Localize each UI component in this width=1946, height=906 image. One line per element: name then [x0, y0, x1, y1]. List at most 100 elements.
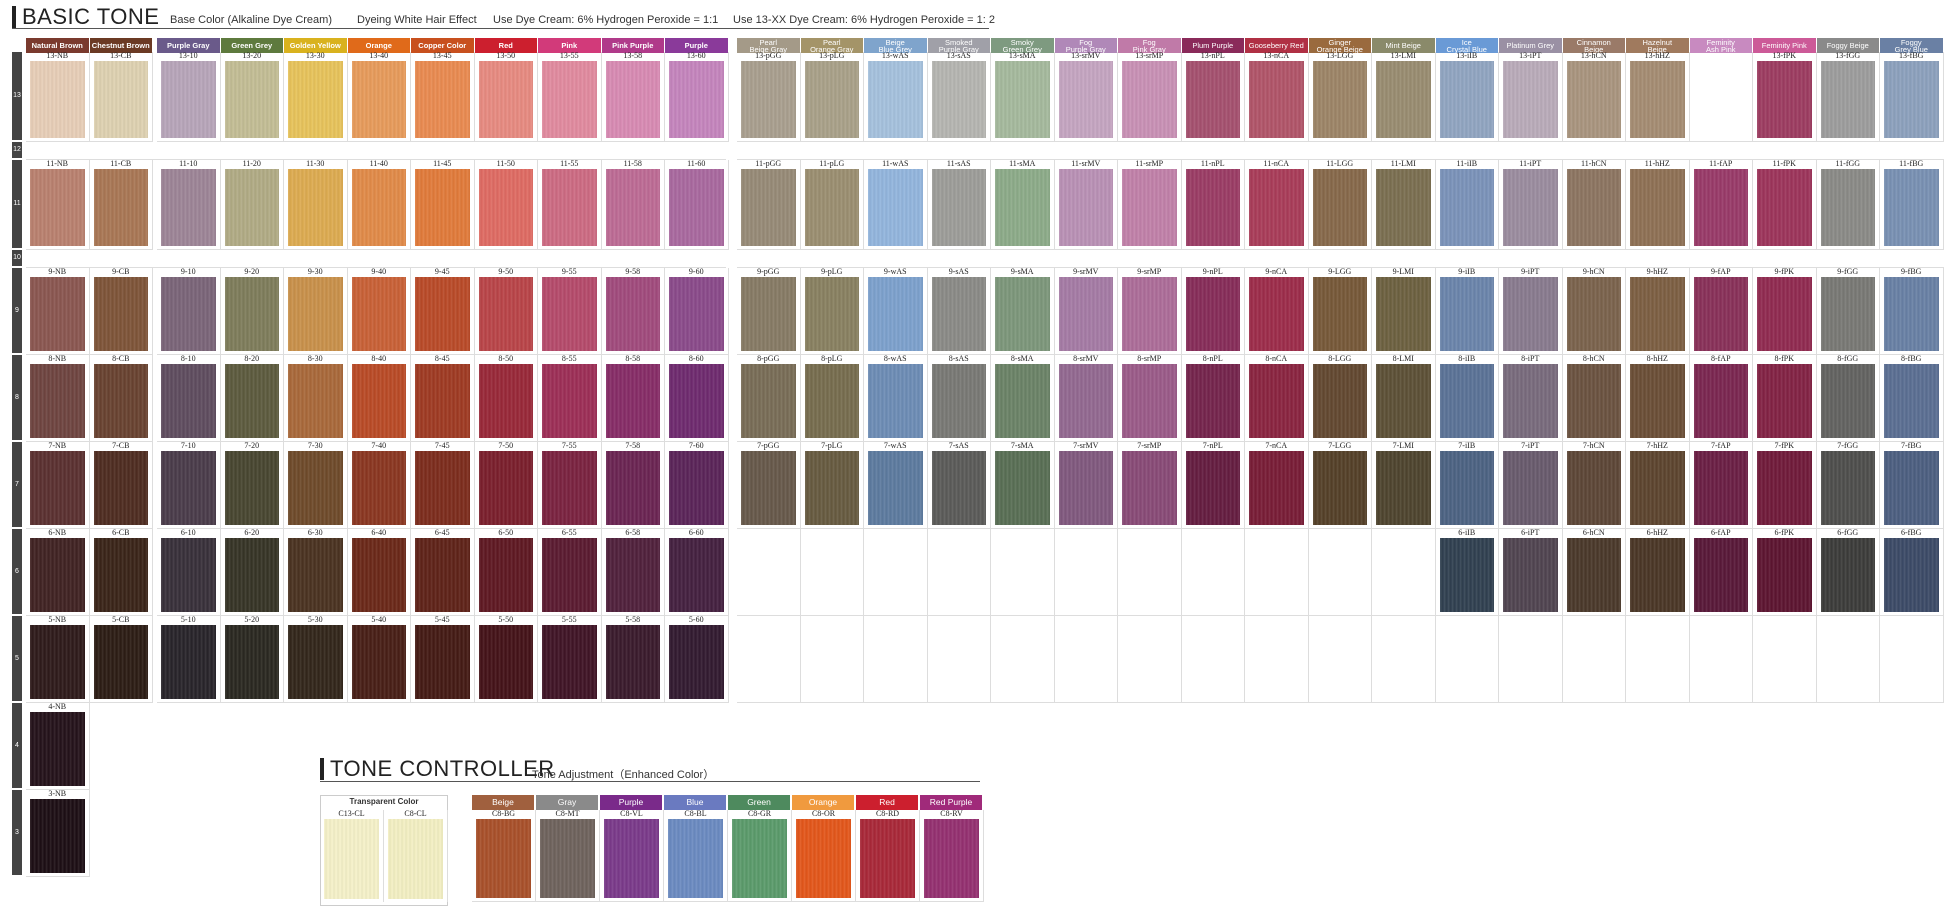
- swatch-cell-6-fGG[interactable]: 6-fGG: [1816, 528, 1880, 616]
- swatch-cell-9-sAS[interactable]: 9-sAS: [927, 267, 991, 355]
- swatch-cell-C8-MT[interactable]: C8-MT: [536, 809, 600, 902]
- swatch-cell-7-NB[interactable]: 7-NB: [26, 441, 90, 529]
- swatch-cell-9-iIB[interactable]: 9-iIB: [1435, 267, 1499, 355]
- swatch-cell-9-45[interactable]: 9-45: [411, 267, 475, 355]
- swatch-cell-8-LGG[interactable]: 8-LGG: [1308, 354, 1372, 442]
- swatch-cell-11-CB[interactable]: 11-CB: [89, 159, 153, 250]
- swatch-cell-9-LMI[interactable]: 9-LMI: [1372, 267, 1436, 355]
- swatch-cell-C8-BG[interactable]: C8-BG: [472, 809, 536, 902]
- swatch-cell-8-hHZ[interactable]: 8-hHZ: [1626, 354, 1690, 442]
- swatch-cell-13-fBG[interactable]: 13-fBG: [1880, 51, 1944, 142]
- swatch-cell-8-sAS[interactable]: 8-sAS: [927, 354, 991, 442]
- swatch-cell-9-fGG[interactable]: 9-fGG: [1816, 267, 1880, 355]
- swatch-cell-6-iPT[interactable]: 6-iPT: [1499, 528, 1563, 616]
- swatch-cell-9-58[interactable]: 9-58: [601, 267, 665, 355]
- swatch-cell-13-wAS[interactable]: 13-wAS: [864, 51, 928, 142]
- swatch-cell-C8-CL[interactable]: C8-CL: [384, 809, 448, 902]
- swatch-cell-8-fBG[interactable]: 8-fBG: [1880, 354, 1944, 442]
- swatch-cell-13-55[interactable]: 13-55: [538, 51, 602, 142]
- swatch-cell-7-wAS[interactable]: 7-wAS: [864, 441, 928, 529]
- swatch-cell-11-60[interactable]: 11-60: [665, 159, 729, 250]
- swatch-cell-7-hHZ[interactable]: 7-hHZ: [1626, 441, 1690, 529]
- swatch-cell-8-iPT[interactable]: 8-iPT: [1499, 354, 1563, 442]
- swatch-cell-11-wAS[interactable]: 11-wAS: [864, 159, 928, 250]
- swatch-cell-7-fAP[interactable]: 7-fAP: [1689, 441, 1753, 529]
- swatch-cell-7-40[interactable]: 7-40: [347, 441, 411, 529]
- swatch-cell-11-iIB[interactable]: 11-iIB: [1435, 159, 1499, 250]
- swatch-cell-7-iPT[interactable]: 7-iPT: [1499, 441, 1563, 529]
- swatch-cell-7-CB[interactable]: 7-CB: [89, 441, 153, 529]
- swatch-cell-9-40[interactable]: 9-40: [347, 267, 411, 355]
- swatch-cell-13-srMP[interactable]: 13-srMP: [1118, 51, 1182, 142]
- swatch-cell-3-NB[interactable]: 3-NB: [26, 789, 90, 877]
- swatch-cell-8-60[interactable]: 8-60: [665, 354, 729, 442]
- swatch-cell-8-nPL[interactable]: 8-nPL: [1181, 354, 1245, 442]
- swatch-cell-9-srMV[interactable]: 9-srMV: [1054, 267, 1118, 355]
- swatch-cell-5-10[interactable]: 5-10: [157, 615, 221, 703]
- swatch-cell-13-pGG[interactable]: 13-pGG: [737, 51, 801, 142]
- swatch-cell-9-pLG[interactable]: 9-pLG: [800, 267, 864, 355]
- swatch-cell-13-nPL[interactable]: 13-nPL: [1181, 51, 1245, 142]
- swatch-cell-9-20[interactable]: 9-20: [220, 267, 284, 355]
- swatch-cell-5-30[interactable]: 5-30: [284, 615, 348, 703]
- swatch-cell-9-30[interactable]: 9-30: [284, 267, 348, 355]
- swatch-cell-11-pGG[interactable]: 11-pGG: [737, 159, 801, 250]
- swatch-cell-13-srMV[interactable]: 13-srMV: [1054, 51, 1118, 142]
- swatch-cell-6-fAP[interactable]: 6-fAP: [1689, 528, 1753, 616]
- swatch-cell-C8-OR[interactable]: C8-OR: [792, 809, 856, 902]
- swatch-cell-8-58[interactable]: 8-58: [601, 354, 665, 442]
- swatch-cell-5-NB[interactable]: 5-NB: [26, 615, 90, 703]
- swatch-cell-13-40[interactable]: 13-40: [347, 51, 411, 142]
- swatch-cell-C8-GR[interactable]: C8-GR: [728, 809, 792, 902]
- swatch-cell-C8-BL[interactable]: C8-BL: [664, 809, 728, 902]
- swatch-cell-5-50[interactable]: 5-50: [474, 615, 538, 703]
- swatch-cell-8-srMP[interactable]: 8-srMP: [1118, 354, 1182, 442]
- swatch-cell-6-hCN[interactable]: 6-hCN: [1562, 528, 1626, 616]
- swatch-cell-8-pGG[interactable]: 8-pGG: [737, 354, 801, 442]
- swatch-cell-11-fPK[interactable]: 11-fPK: [1753, 159, 1817, 250]
- swatch-cell-11-sMA[interactable]: 11-sMA: [991, 159, 1055, 250]
- swatch-cell-8-hCN[interactable]: 8-hCN: [1562, 354, 1626, 442]
- swatch-cell-11-pLG[interactable]: 11-pLG: [800, 159, 864, 250]
- swatch-cell-9-NB[interactable]: 9-NB: [26, 267, 90, 355]
- swatch-cell-13-CB[interactable]: 13-CB: [89, 51, 153, 142]
- swatch-cell-C8-RV[interactable]: C8-RV: [920, 809, 984, 902]
- swatch-cell-5-60[interactable]: 5-60: [665, 615, 729, 703]
- swatch-cell-6-45[interactable]: 6-45: [411, 528, 475, 616]
- swatch-cell-13-hCN[interactable]: 13-hCN: [1562, 51, 1626, 142]
- swatch-cell-9-10[interactable]: 9-10: [157, 267, 221, 355]
- swatch-cell-5-58[interactable]: 5-58: [601, 615, 665, 703]
- swatch-cell-8-45[interactable]: 8-45: [411, 354, 475, 442]
- swatch-cell-13-60[interactable]: 13-60: [665, 51, 729, 142]
- swatch-cell-11-fAP[interactable]: 11-fAP: [1689, 159, 1753, 250]
- swatch-cell-13-NB[interactable]: 13-NB: [26, 51, 90, 142]
- swatch-cell-9-srMP[interactable]: 9-srMP: [1118, 267, 1182, 355]
- swatch-cell-7-fGG[interactable]: 7-fGG: [1816, 441, 1880, 529]
- swatch-cell-6-fBG[interactable]: 6-fBG: [1880, 528, 1944, 616]
- swatch-cell-6-fPK[interactable]: 6-fPK: [1753, 528, 1817, 616]
- swatch-cell-11-30[interactable]: 11-30: [284, 159, 348, 250]
- swatch-cell-9-LGG[interactable]: 9-LGG: [1308, 267, 1372, 355]
- swatch-cell-8-srMV[interactable]: 8-srMV: [1054, 354, 1118, 442]
- swatch-cell-11-hCN[interactable]: 11-hCN: [1562, 159, 1626, 250]
- swatch-cell-11-10[interactable]: 11-10: [157, 159, 221, 250]
- swatch-cell-7-srMV[interactable]: 7-srMV: [1054, 441, 1118, 529]
- swatch-cell-C13-CL[interactable]: C13-CL: [320, 809, 384, 902]
- swatch-cell-8-LMI[interactable]: 8-LMI: [1372, 354, 1436, 442]
- swatch-cell-7-pLG[interactable]: 7-pLG: [800, 441, 864, 529]
- swatch-cell-7-30[interactable]: 7-30: [284, 441, 348, 529]
- swatch-cell-13-30[interactable]: 13-30: [284, 51, 348, 142]
- swatch-cell-7-60[interactable]: 7-60: [665, 441, 729, 529]
- swatch-cell-11-hHZ[interactable]: 11-hHZ: [1626, 159, 1690, 250]
- swatch-cell-13-fPK[interactable]: 13-fPK: [1753, 51, 1817, 142]
- swatch-cell-9-nCA[interactable]: 9-nCA: [1245, 267, 1309, 355]
- swatch-cell-8-pLG[interactable]: 8-pLG: [800, 354, 864, 442]
- swatch-cell-7-20[interactable]: 7-20: [220, 441, 284, 529]
- swatch-cell-11-iPT[interactable]: 11-iPT: [1499, 159, 1563, 250]
- swatch-cell-13-iPT[interactable]: 13-iPT: [1499, 51, 1563, 142]
- swatch-cell-13-45[interactable]: 13-45: [411, 51, 475, 142]
- swatch-cell-6-55[interactable]: 6-55: [538, 528, 602, 616]
- swatch-cell-8-55[interactable]: 8-55: [538, 354, 602, 442]
- swatch-cell-6-20[interactable]: 6-20: [220, 528, 284, 616]
- swatch-cell-11-55[interactable]: 11-55: [538, 159, 602, 250]
